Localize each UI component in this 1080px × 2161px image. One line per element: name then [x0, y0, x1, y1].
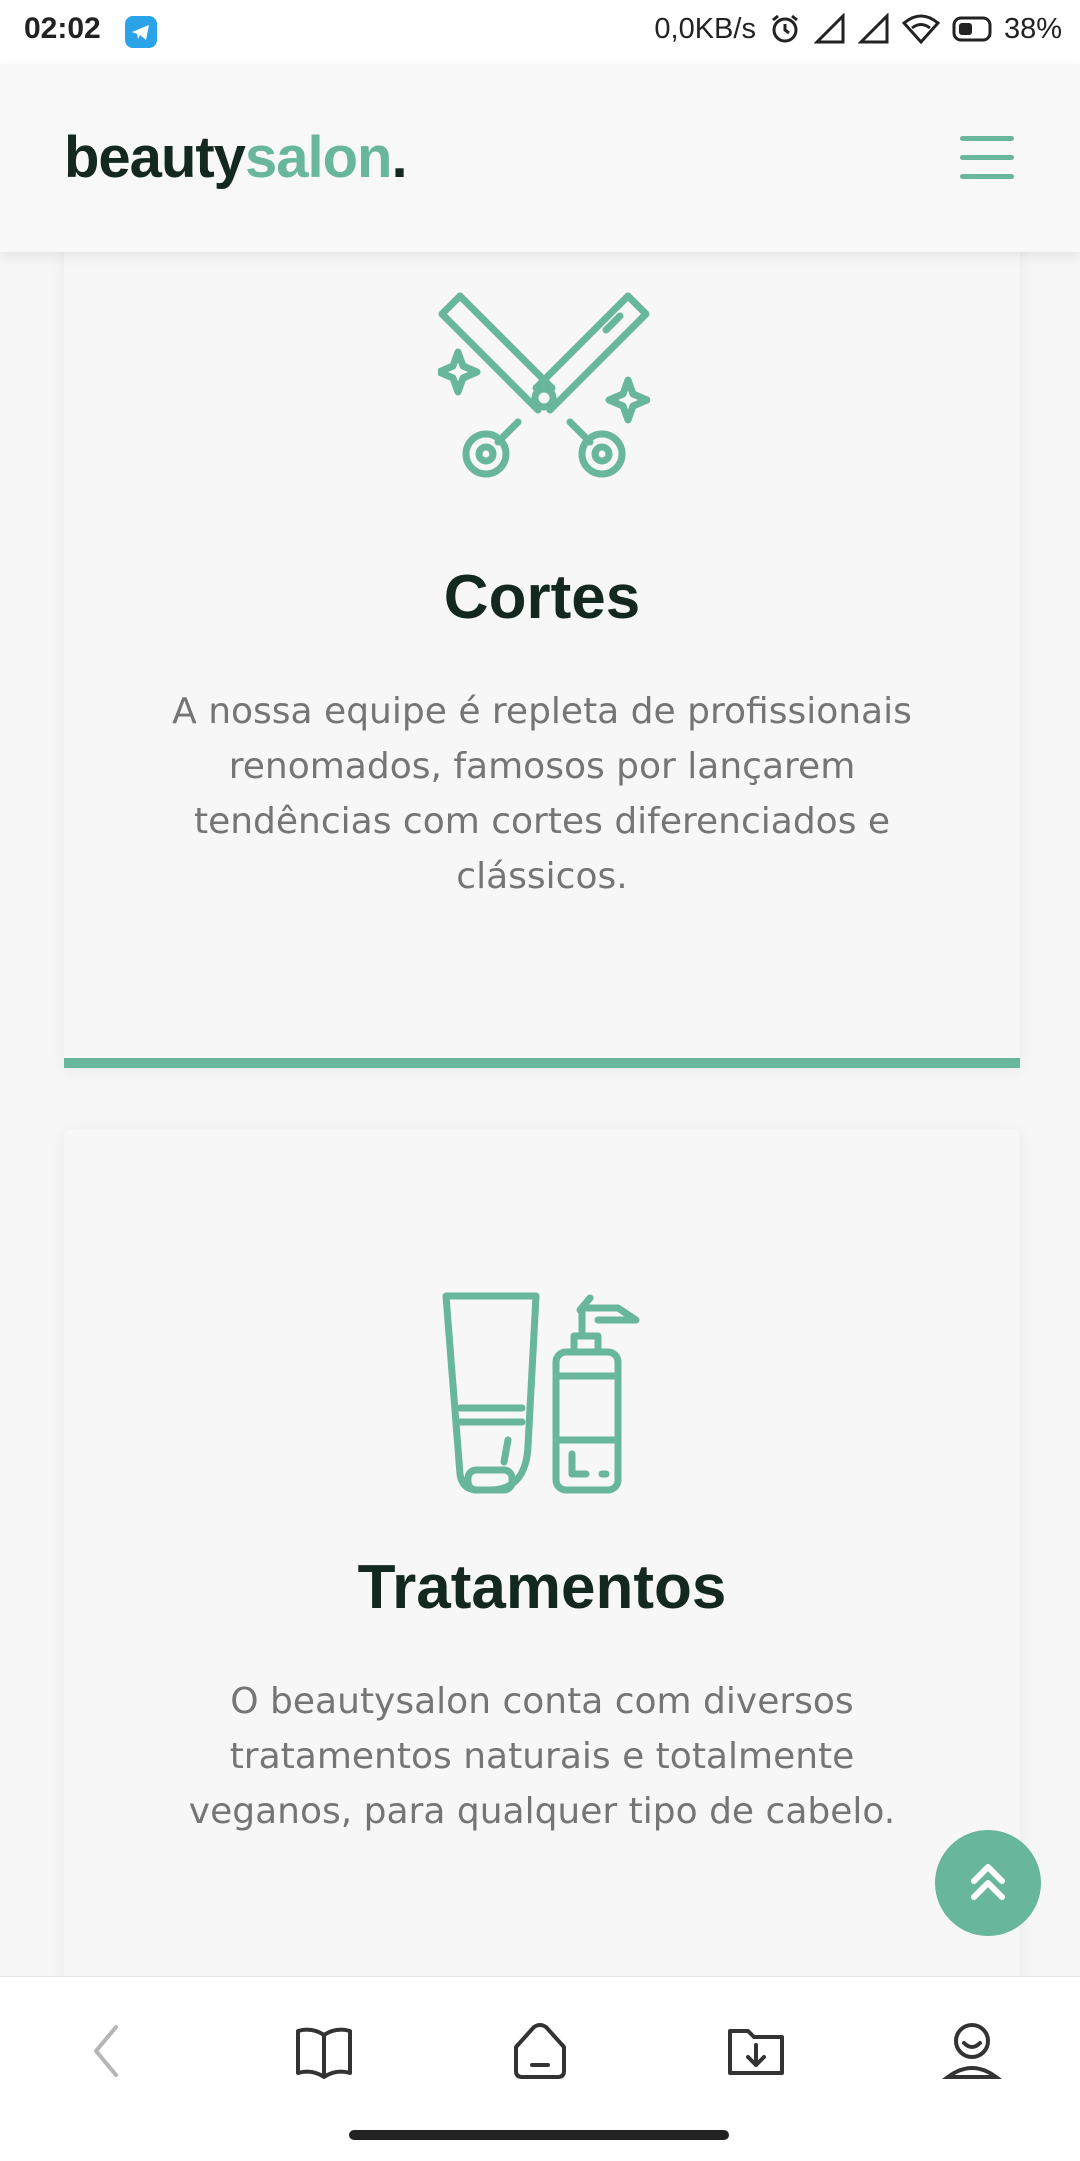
double-chevron-up-icon	[966, 1859, 1010, 1907]
battery-level: 38%	[1003, 12, 1062, 45]
hair-products-icon	[440, 1290, 652, 1506]
back-icon[interactable]	[76, 2019, 140, 2083]
scissors-icon	[435, 290, 651, 506]
card-title: Tratamentos	[357, 1553, 727, 1622]
profile-icon[interactable]	[940, 2019, 1004, 2083]
signal-icon	[813, 13, 846, 45]
logo-text-beauty: beauty	[64, 125, 246, 190]
net-speed: 0,0KB/s	[654, 12, 756, 45]
wifi-icon	[901, 13, 940, 45]
telegram-icon	[125, 16, 157, 48]
site-header: beautysalon.	[0, 64, 1080, 252]
logo[interactable]: beautysalon.	[64, 124, 408, 191]
logo-dot: .	[391, 125, 407, 190]
card-accent-bar	[64, 1058, 1020, 1068]
card-description: A nossa equipe é repleta de profissionai…	[172, 691, 912, 897]
logo-text-salon: salon	[244, 125, 392, 190]
downloads-icon[interactable]	[724, 2019, 788, 2083]
card-title: Cortes	[443, 563, 641, 632]
battery-icon	[952, 16, 992, 42]
status-right: 0,0KB/s 38%	[654, 12, 1062, 46]
service-card-cortes: Cortes A nossa equipe é repleta de profi…	[64, 200, 1020, 1068]
scroll-to-top-button[interactable]	[935, 1830, 1041, 1936]
bookmarks-icon[interactable]	[292, 2019, 356, 2083]
status-time: 02:02	[24, 12, 101, 45]
alarm-icon	[768, 12, 802, 46]
home-icon[interactable]	[508, 2019, 572, 2083]
card-description: O beautysalon conta com diversos tratame…	[188, 1681, 896, 1832]
service-card-tratamentos: Tratamentos O beautysalon conta com dive…	[64, 1130, 1020, 2020]
hamburger-menu-icon[interactable]	[960, 136, 1016, 180]
signal-icon	[857, 13, 890, 45]
status-bar: 02:02 0,0KB/s 38%	[0, 0, 1080, 64]
home-indicator[interactable]	[349, 2130, 729, 2140]
